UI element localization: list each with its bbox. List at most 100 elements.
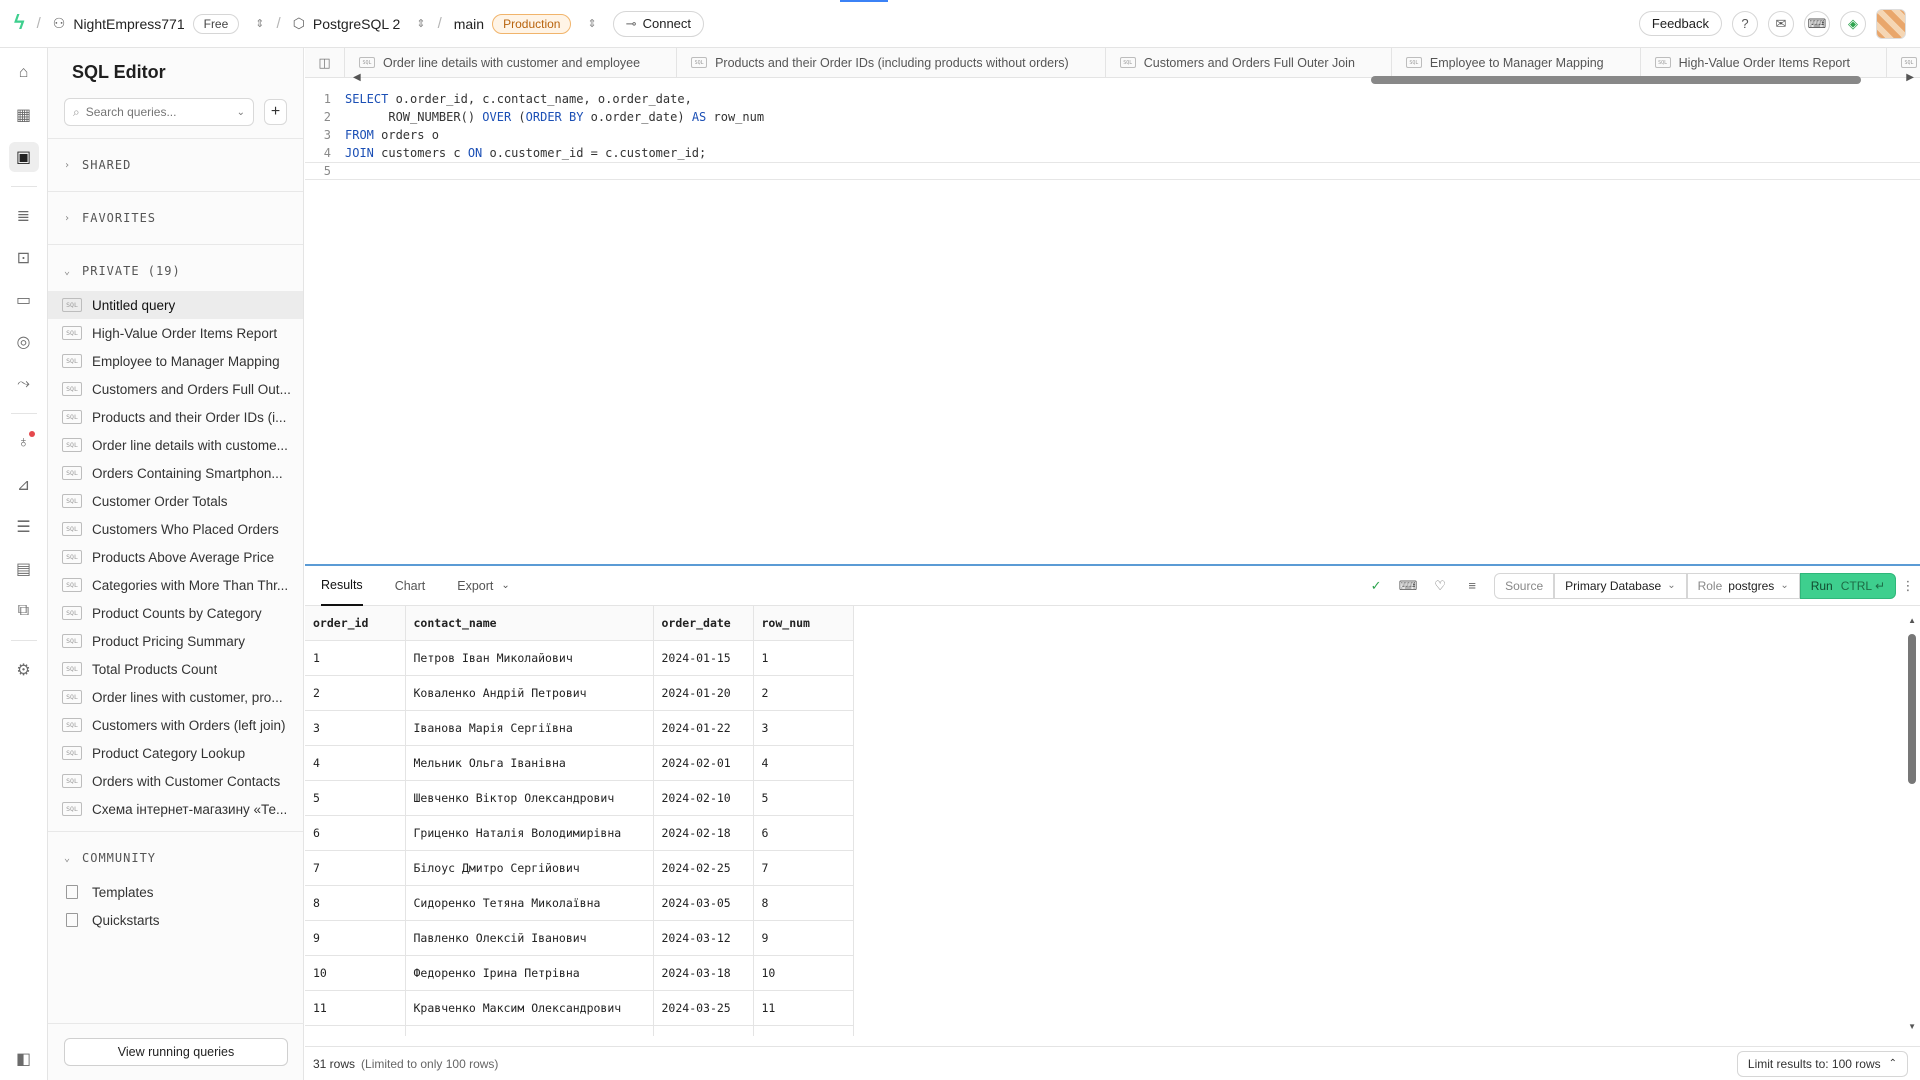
table-cell[interactable]: 2024-02-25 xyxy=(653,850,754,886)
table-cell[interactable]: 2024-01-15 xyxy=(653,640,754,676)
sql-code-editor[interactable]: 1 SELECT o.order_id, c.contact_name, o.or… xyxy=(305,90,1920,570)
export-dropdown[interactable]: Export ⌄ xyxy=(457,566,510,606)
format-icon[interactable]: ≡ xyxy=(1456,572,1488,600)
reports-icon[interactable]: ⊿ xyxy=(9,470,39,500)
table-row[interactable]: 5 Шевченко Віктор Олександрович 2024-02-10… xyxy=(305,780,854,816)
table-row[interactable]: 1 Петров Іван Миколайович 2024-01-15 1 xyxy=(305,640,854,676)
table-cell[interactable]: Т... xyxy=(405,1025,654,1036)
storage-icon[interactable]: ▭ xyxy=(9,285,39,315)
community-item-quickstarts[interactable]: Quickstarts xyxy=(48,906,303,934)
column-header[interactable]: row_num xyxy=(753,606,854,641)
table-cell[interactable]: Кравченко Максим Олександрович xyxy=(405,990,654,1026)
table-cell[interactable]: Білоус Дмитро Сергійович xyxy=(405,850,654,886)
table-cell[interactable]: 4 xyxy=(753,745,854,781)
query-list-item[interactable]: SQL Employee to Manager Mapping xyxy=(48,347,303,375)
query-list-item[interactable]: SQL Product Category Lookup xyxy=(48,739,303,767)
table-row[interactable]: 2 Коваленко Андрій Петрович 2024-01-20 2 xyxy=(305,675,854,711)
table-cell[interactable]: Мельник Ольга Іванівна xyxy=(405,745,654,781)
query-tab[interactable]: SQL Order line details with customer and … xyxy=(345,48,678,77)
table-cell[interactable]: 3 xyxy=(753,710,854,746)
table-cell[interactable]: 7 xyxy=(753,850,854,886)
query-tab[interactable]: SQL Products and their Order IDs (includi… xyxy=(677,48,1106,77)
tab-chart[interactable]: Chart xyxy=(395,566,426,606)
collapse-sidebar-icon[interactable]: ◧ xyxy=(9,1044,39,1074)
keyboard-icon[interactable]: ⌨ xyxy=(1392,572,1424,600)
table-cell[interactable]: 2024-01-20 xyxy=(653,675,754,711)
query-list-item[interactable]: SQL High-Value Order Items Report xyxy=(48,319,303,347)
table-cell[interactable]: 11 xyxy=(753,990,854,1026)
table-cell[interactable]: 12 xyxy=(753,1025,854,1036)
project-switcher[interactable]: ⬡ PostgreSQL 2 ⇕ xyxy=(293,15,426,32)
table-cell[interactable]: 2 xyxy=(753,675,854,711)
results-scrollbar[interactable] xyxy=(1908,634,1916,784)
role-select[interactable]: Role postgres ⌄ xyxy=(1686,572,1800,599)
table-cell[interactable]: Гриценко Наталія Володимирівна xyxy=(405,815,654,851)
table-cell[interactable]: 10 xyxy=(305,955,406,991)
table-cell[interactable]: 2024-03-25 xyxy=(653,990,754,1026)
table-cell[interactable]: 11 xyxy=(305,990,406,1026)
table-row[interactable]: 4 Мельник Ольга Іванівна 2024-02-01 4 xyxy=(305,745,854,781)
table-cell[interactable]: Петров Іван Миколайович xyxy=(405,640,654,676)
table-cell[interactable]: 6 xyxy=(753,815,854,851)
column-header[interactable]: contact_name xyxy=(405,606,654,641)
table-cell[interactable]: 3 xyxy=(305,710,406,746)
query-list-item[interactable]: SQL Products Above Average Price xyxy=(48,543,303,571)
database-icon[interactable]: ≣ xyxy=(9,201,39,231)
table-cell[interactable]: 2024-03-12 xyxy=(653,920,754,956)
sql-editor-icon[interactable]: ▣ xyxy=(8,142,39,172)
table-row[interactable]: 10 Федоренко Ірина Петрівна 2024-03-18 10 xyxy=(305,955,854,991)
logs-icon[interactable]: ☰ xyxy=(9,512,39,542)
terminal-icon[interactable]: ⌨ xyxy=(1804,10,1830,37)
search-input[interactable] xyxy=(85,105,231,119)
table-cell[interactable]: Сидоренко Тетяна Миколаївна xyxy=(405,885,654,921)
query-list-item[interactable]: SQL Categories with More Than Thr... xyxy=(48,571,303,599)
table-cell[interactable]: Шевченко Віктор Олександрович xyxy=(405,780,654,816)
table-editor-icon[interactable]: ▦ xyxy=(9,100,39,130)
table-cell[interactable]: 5 xyxy=(753,780,854,816)
inbox-icon[interactable]: ✉ xyxy=(1768,10,1794,37)
table-cell[interactable]: 2024-02-01 xyxy=(653,745,754,781)
table-cell[interactable]: 2024-03-18 xyxy=(653,955,754,991)
table-row[interactable]: 7 Білоус Дмитро Сергійович 2024-02-25 7 xyxy=(305,850,854,886)
table-cell[interactable]: 2024-04-02 xyxy=(653,1025,754,1036)
table-row[interactable]: 11 Кравченко Максим Олександрович 2024-03-… xyxy=(305,990,854,1026)
column-header[interactable]: order_date xyxy=(653,606,754,641)
more-vertical-icon[interactable]: ⋮ xyxy=(1896,572,1920,600)
connect-button[interactable]: ⊸ Connect xyxy=(612,10,705,37)
query-tab[interactable]: SQLUntit xyxy=(1887,48,1920,77)
table-cell[interactable]: 7 xyxy=(305,850,406,886)
query-list-item[interactable]: SQL Схема інтернет-магазину «Те... xyxy=(48,795,303,823)
favorites-section-toggle[interactable]: › FAVORITES xyxy=(48,192,303,244)
database-select[interactable]: Primary Database ⌄ xyxy=(1554,572,1687,599)
favorite-heart-icon[interactable]: ♡ xyxy=(1424,572,1456,600)
query-list-item[interactable]: SQL Order lines with customer, pro... xyxy=(48,683,303,711)
limit-results-button[interactable]: Limit results to: 100 rows ⌃ xyxy=(1736,1050,1908,1077)
assistant-icon[interactable]: ◈ xyxy=(1840,10,1866,37)
api-docs-icon[interactable]: ▤ xyxy=(9,554,39,584)
query-list-item[interactable]: SQL Orders with Customer Contacts xyxy=(48,767,303,795)
table-cell[interactable]: 2024-02-18 xyxy=(653,815,754,851)
table-cell[interactable]: 2024-03-05 xyxy=(653,885,754,921)
tabs-scroll-left-icon[interactable]: ◀ xyxy=(353,72,361,83)
table-cell[interactable]: 10 xyxy=(753,955,854,991)
shared-section-toggle[interactable]: › SHARED xyxy=(48,139,303,191)
query-tab[interactable]: SQL Customers and Orders Full Outer Join xyxy=(1106,48,1392,77)
tab-results[interactable]: Results xyxy=(321,566,363,606)
search-queries[interactable]: ⌕ ⌄ xyxy=(64,98,254,126)
table-cell[interactable]: 8 xyxy=(305,885,406,921)
table-row[interactable]: 3 Іванова Марія Сергіївна 2024-01-22 3 xyxy=(305,710,854,746)
run-button[interactable]: Run CTRL ↵ xyxy=(1799,572,1896,599)
tabs-scrollbar[interactable] xyxy=(1371,76,1861,84)
tabs-scroll-right-icon[interactable]: ▶ xyxy=(1906,72,1914,83)
community-item-templates[interactable]: Templates xyxy=(48,878,303,906)
advisors-icon[interactable]: ♁ xyxy=(9,428,39,458)
query-list-item[interactable]: SQL Customers Who Placed Orders xyxy=(48,515,303,543)
check-icon[interactable]: ✓ xyxy=(1360,572,1392,600)
query-list-item[interactable]: SQL Products and their Order IDs (i... xyxy=(48,403,303,431)
column-header[interactable]: order_id xyxy=(305,606,406,641)
query-list-item[interactable]: SQL Customers with Orders (left join) xyxy=(48,711,303,739)
table-row[interactable]: 9 Павленко Олексій Іванович 2024-03-12 9 xyxy=(305,920,854,956)
table-cell[interactable]: 9 xyxy=(753,920,854,956)
table-cell[interactable]: Федоренко Ірина Петрівна xyxy=(405,955,654,991)
table-row[interactable]: 6 Гриценко Наталія Володимирівна 2024-02-1… xyxy=(305,815,854,851)
